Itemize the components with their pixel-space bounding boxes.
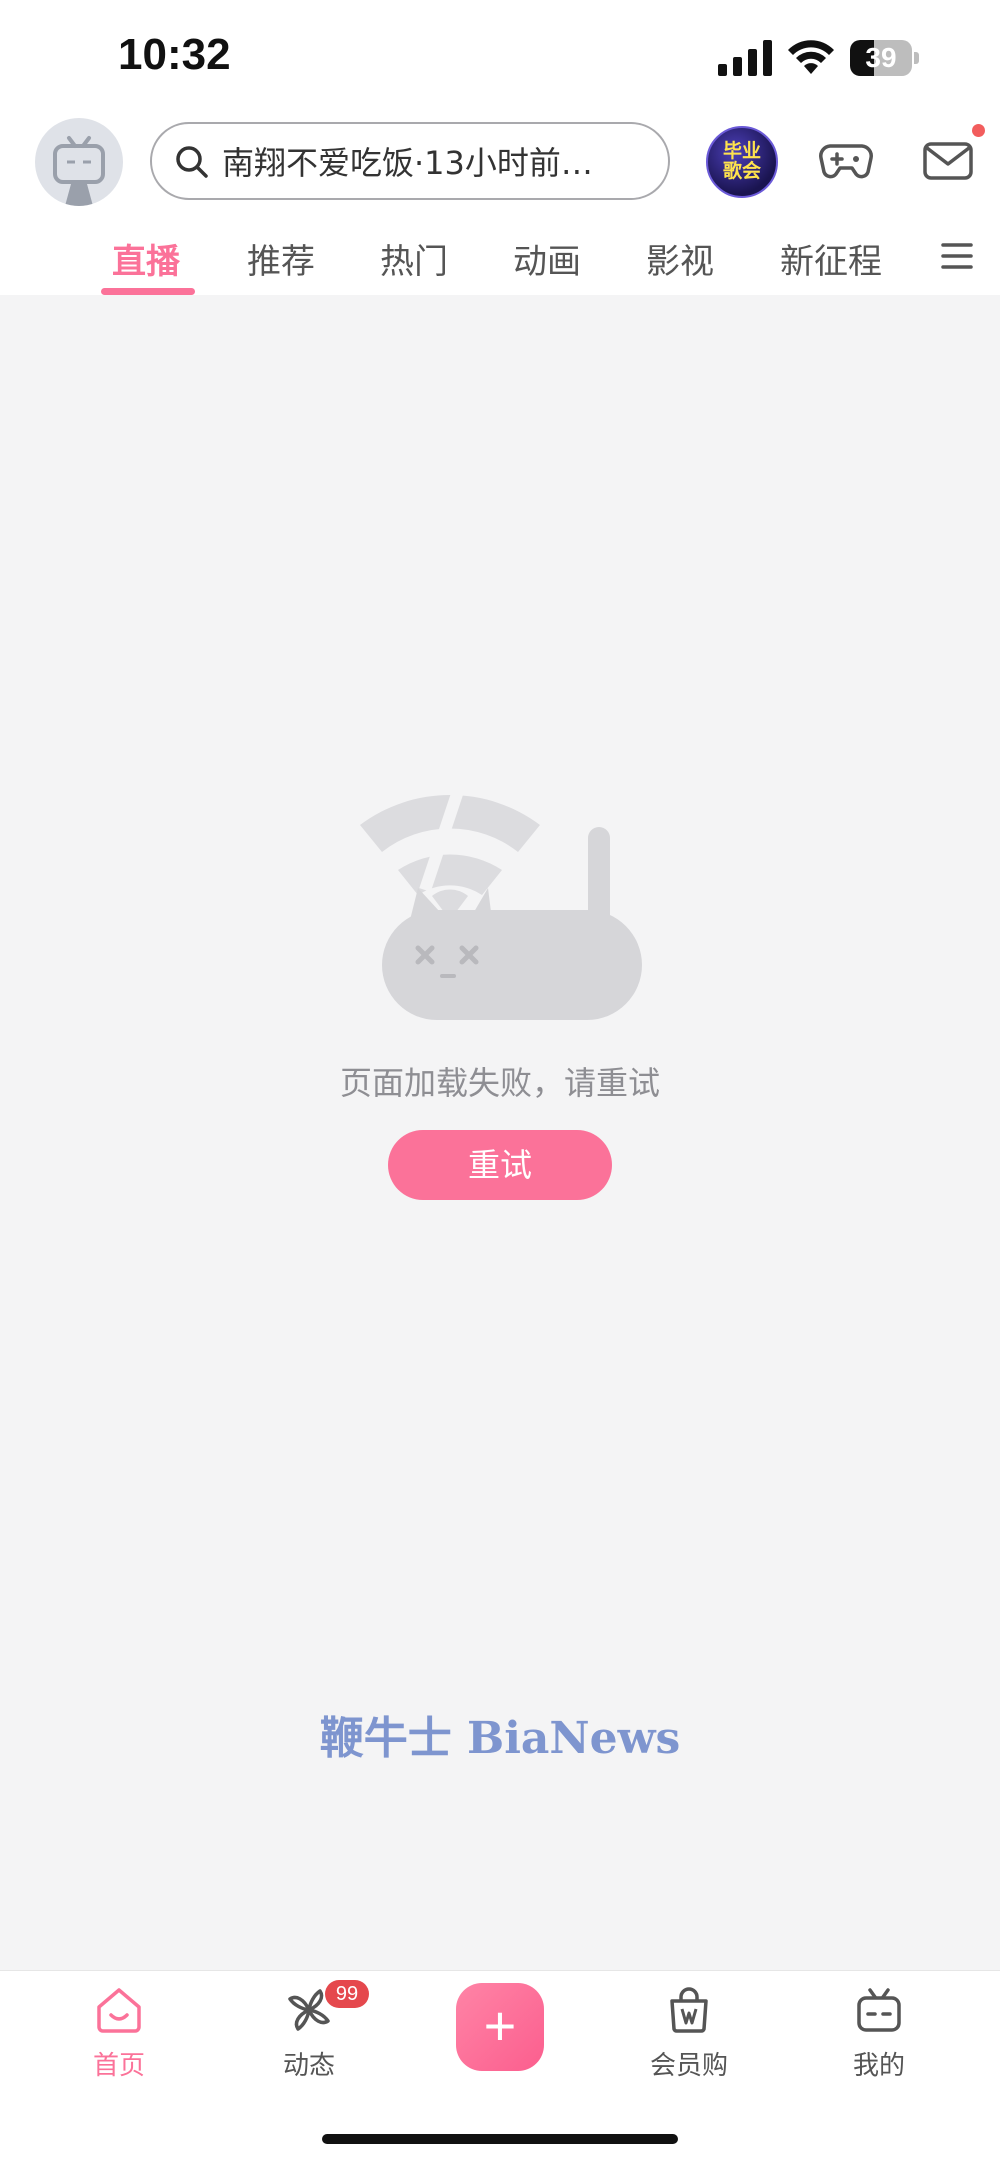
nav-dynamic-label: 动态 (282, 2051, 335, 2081)
battery-icon: 39 (850, 40, 919, 76)
nav-mall[interactable]: 会员购 (620, 1985, 758, 2095)
status-time: 10:32 (118, 30, 231, 79)
badge-line2: 歌会 (722, 160, 761, 182)
nav-mine[interactable]: 我的 (810, 1985, 948, 2095)
dynamic-count-badge: 99 (325, 1980, 369, 2008)
error-message: 页面加载失败，请重试 (339, 1064, 660, 1102)
badge-line1: 毕业 (722, 140, 761, 162)
shopping-bag-icon (670, 1987, 708, 2033)
tab-new-journey[interactable]: 新征程 (780, 234, 882, 283)
search-icon (176, 146, 208, 178)
wifi-icon (788, 40, 834, 74)
network-error-illustration (360, 783, 642, 1020)
graduation-concert-badge[interactable]: 毕业 歌会 (706, 126, 778, 198)
notification-dot (972, 124, 985, 137)
cellular-signal-icon (718, 40, 772, 76)
publish-button[interactable]: + (456, 1983, 544, 2071)
tab-anime[interactable]: 动画 (513, 234, 581, 283)
tv-mascot-icon (53, 136, 105, 206)
watermark: 鞭牛士 BiaNews (319, 1713, 681, 1764)
tv-icon (857, 1988, 901, 2032)
nav-home[interactable]: 首页 (50, 1985, 188, 2095)
tab-active-indicator (101, 288, 195, 295)
avatar[interactable] (35, 118, 123, 206)
search-placeholder: 南翔不爱吃饭·13小时前… (222, 144, 593, 182)
menu-icon[interactable] (940, 240, 974, 272)
nav-home-label: 首页 (92, 2051, 145, 2081)
nav-mall-label: 会员购 (649, 2051, 728, 2081)
search-bar[interactable]: 南翔不爱吃饭·13小时前… (150, 122, 670, 200)
tab-film-tv[interactable]: 影视 (646, 234, 714, 283)
battery-percent: 39 (865, 42, 897, 73)
game-controller-icon[interactable] (818, 140, 874, 182)
tab-live[interactable]: 直播 (112, 234, 180, 283)
retry-button[interactable]: 重试 (388, 1130, 612, 1200)
tab-popular[interactable]: 热门 (380, 234, 448, 283)
home-icon (97, 1988, 141, 2033)
home-indicator (322, 2134, 678, 2144)
nav-mine-label: 我的 (852, 2051, 905, 2081)
mail-icon[interactable] (922, 140, 974, 182)
tab-recommend[interactable]: 推荐 (247, 234, 315, 283)
